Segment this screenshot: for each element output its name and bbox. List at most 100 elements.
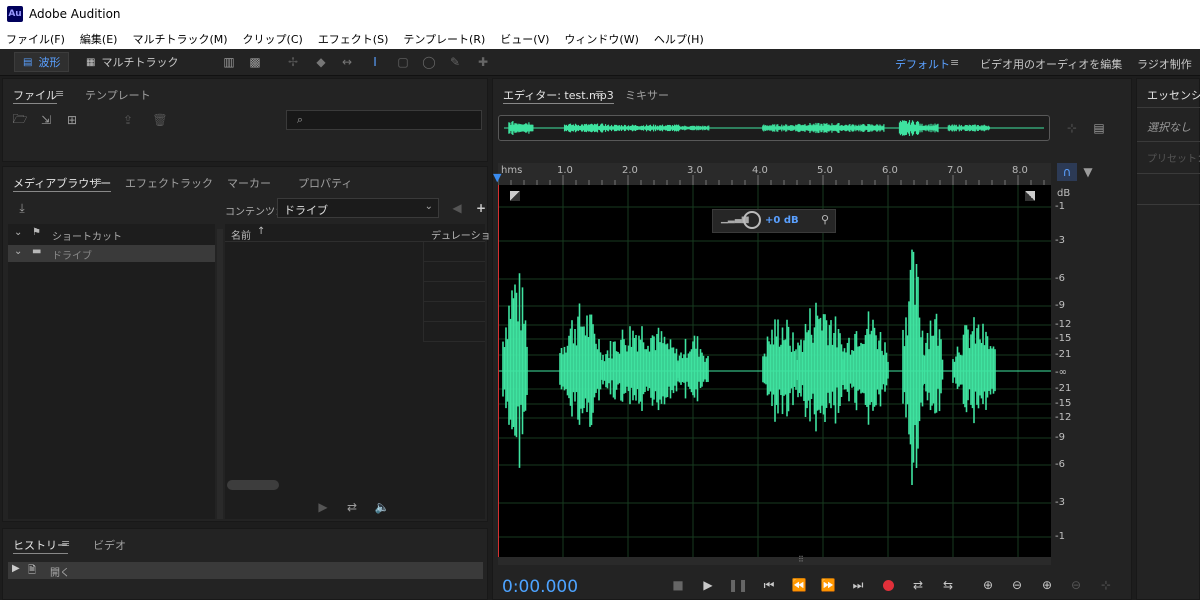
workspace-video-audio[interactable]: ビデオ用のオーディオを編集 — [980, 56, 1122, 72]
skip-start-icon[interactable]: ⏮ — [759, 575, 779, 595]
expand-icon: ⌄ — [14, 246, 23, 257]
menu-effects[interactable]: エフェクト(S) — [318, 31, 389, 47]
editor-menu-icon[interactable]: ≡ — [595, 87, 604, 100]
expand-icon: ⌄ — [14, 227, 23, 238]
media-browser-panel: メディアブラウザー ≡ エフェクトラック マーカー プロパティ ⤓ コンテンツ：… — [2, 166, 501, 522]
time-ruler[interactable]: hms 1.0 2.0 3.0 4.0 5.0 6.0 7.0 8.0 — [498, 163, 1051, 185]
media-browser-menu-icon[interactable]: ≡ — [93, 175, 102, 188]
divider — [1137, 173, 1200, 174]
razor-tool-icon[interactable]: ◆ — [312, 53, 330, 71]
gain-value[interactable]: +0 dB — [765, 215, 799, 226]
tab-video[interactable]: ビデオ — [93, 537, 126, 553]
pause-icon[interactable]: ❚❚ — [728, 575, 748, 595]
folder-open-icon[interactable]: 🗁 — [11, 112, 29, 128]
horizontal-scrollbar[interactable] — [227, 480, 279, 490]
trash-icon[interactable]: 🗑 — [151, 112, 169, 128]
tab-mixer[interactable]: ミキサー — [625, 87, 669, 103]
loop-icon[interactable]: ⇄ — [343, 499, 361, 515]
gain-hud[interactable]: ▁▂▃▅ +0 dB ⚲ — [712, 209, 836, 233]
db-tick: -21 — [1055, 349, 1072, 360]
column-duration[interactable]: デュレーション — [431, 227, 501, 242]
multitrack-icon: ▦ — [86, 56, 96, 68]
db-tick: -15 — [1055, 398, 1072, 409]
brush-tool-icon[interactable]: ✎ — [446, 53, 464, 71]
zoom-full-icon[interactable]: ⊹ — [1096, 575, 1116, 595]
time-selection-tool-icon[interactable]: I — [366, 53, 384, 71]
workspace-default[interactable]: デフォルト — [895, 56, 950, 72]
fade-in-handle[interactable] — [510, 191, 520, 201]
stop-icon[interactable]: ■ — [668, 575, 688, 595]
fade-out-handle[interactable] — [1025, 191, 1035, 201]
lasso-tool-icon[interactable]: ◯ — [420, 53, 438, 71]
waveform-overview[interactable] — [498, 115, 1050, 141]
menu-multitrack[interactable]: マルチトラック(M) — [132, 31, 227, 47]
marker-icon[interactable]: ▼ — [1081, 163, 1095, 181]
skip-icon[interactable]: ⇆ — [938, 575, 958, 595]
menu-template[interactable]: テンプレート(R) — [403, 31, 485, 47]
spot-healing-tool-icon[interactable]: ✚ — [474, 53, 492, 71]
waveform-area[interactable]: ▁▂▃▅ +0 dB ⚲ — [498, 185, 1051, 557]
playhead-marker-icon[interactable]: ▼ — [493, 171, 505, 184]
menu-file[interactable]: ファイル(F) — [6, 31, 65, 47]
zoom-icon[interactable]: ⊹ — [1063, 119, 1081, 137]
import-icon[interactable]: ⇲ — [37, 112, 55, 128]
time-display[interactable]: 0:00.000 — [502, 577, 578, 597]
menu-help[interactable]: ヘルプ(H) — [654, 31, 704, 47]
app-title: Adobe Audition — [29, 7, 121, 21]
play-icon[interactable]: ▶ — [315, 499, 331, 515]
tab-properties[interactable]: プロパティ — [298, 175, 352, 191]
record-icon[interactable] — [878, 575, 898, 595]
snap-icon[interactable]: ∩ — [1057, 163, 1077, 181]
tab-files[interactable]: ファイル — [13, 87, 57, 104]
splitter-handle[interactable] — [217, 229, 223, 519]
zoom-in-amplitude-icon[interactable]: ⊕ — [978, 575, 998, 595]
skip-end-icon[interactable]: ⏭ — [848, 575, 868, 595]
waveform-view-button[interactable]: ▤ 波形 — [14, 52, 70, 72]
add-icon[interactable]: + — [473, 200, 489, 216]
db-tick: -6 — [1055, 273, 1065, 284]
column-name[interactable]: 名前 — [231, 227, 251, 242]
slip-tool-icon[interactable]: ↔ — [338, 53, 356, 71]
autoplay-icon[interactable]: 🔈 — [371, 499, 393, 515]
new-file-icon[interactable]: ⊞ — [63, 112, 81, 128]
export-icon[interactable]: ⇪ — [119, 112, 137, 128]
rewind-icon[interactable]: ⏪ — [789, 575, 809, 595]
frequency-display-icon[interactable]: ▩ — [246, 53, 264, 71]
fast-forward-icon[interactable]: ⏩ — [818, 575, 838, 595]
tree-item-shortcut[interactable]: ⌄ ⚑ ショートカット — [8, 226, 215, 243]
history-item[interactable]: ▶ 🗎 開く — [8, 562, 483, 579]
history-menu-icon[interactable]: ≡ — [61, 537, 70, 550]
menu-edit[interactable]: 編集(E) — [80, 31, 118, 47]
tab-template[interactable]: テンプレート — [85, 87, 151, 103]
pin-icon[interactable]: ⚲ — [821, 213, 829, 226]
spectral-display-icon[interactable]: ▥ — [220, 53, 238, 71]
essential-panel-title[interactable]: エッセンシャル — [1147, 87, 1200, 103]
download-icon[interactable]: ⤓ — [11, 200, 33, 216]
move-tool-icon[interactable]: ✢ — [284, 53, 302, 71]
tab-markers[interactable]: マーカー — [227, 175, 271, 191]
tab-effects-rack[interactable]: エフェクトラック — [125, 175, 213, 191]
files-panel-menu-icon[interactable]: ≡ — [55, 87, 64, 100]
gain-knob[interactable] — [743, 211, 761, 229]
list-view-icon[interactable]: ▤ — [1090, 119, 1108, 137]
horizontal-scroll[interactable]: ⠿ — [498, 555, 1051, 565]
tab-history[interactable]: ヒストリー — [13, 537, 68, 554]
zoom-out-time-icon[interactable]: ⊖ — [1066, 575, 1086, 595]
multitrack-view-button[interactable]: ▦ マルチトラック — [78, 52, 186, 72]
loop-icon[interactable]: ⇄ — [908, 575, 928, 595]
workspace-radio[interactable]: ラジオ制作 — [1137, 56, 1192, 72]
marquee-tool-icon[interactable]: ▢ — [394, 53, 412, 71]
menu-clip[interactable]: クリップ(C) — [243, 31, 303, 47]
menu-window[interactable]: ウィンドウ(W) — [564, 31, 638, 47]
zoom-out-amplitude-icon[interactable]: ⊖ — [1007, 575, 1027, 595]
content-select[interactable]: ドライブ ⌄ — [277, 198, 439, 218]
menu-view[interactable]: ビュー(V) — [500, 31, 549, 47]
play-icon[interactable]: ▶ — [698, 575, 718, 595]
chevron-down-icon: ⌄ — [424, 201, 433, 212]
search-input[interactable]: ⌕ — [286, 110, 482, 130]
workspace-menu-icon[interactable]: ≡ — [950, 56, 959, 69]
back-icon[interactable]: ◀ — [449, 200, 465, 216]
tree-item-drive[interactable]: ⌄ ▬ ドライブ — [8, 245, 215, 262]
open-file-icon: 🗎 — [28, 565, 37, 576]
zoom-in-time-icon[interactable]: ⊕ — [1037, 575, 1057, 595]
